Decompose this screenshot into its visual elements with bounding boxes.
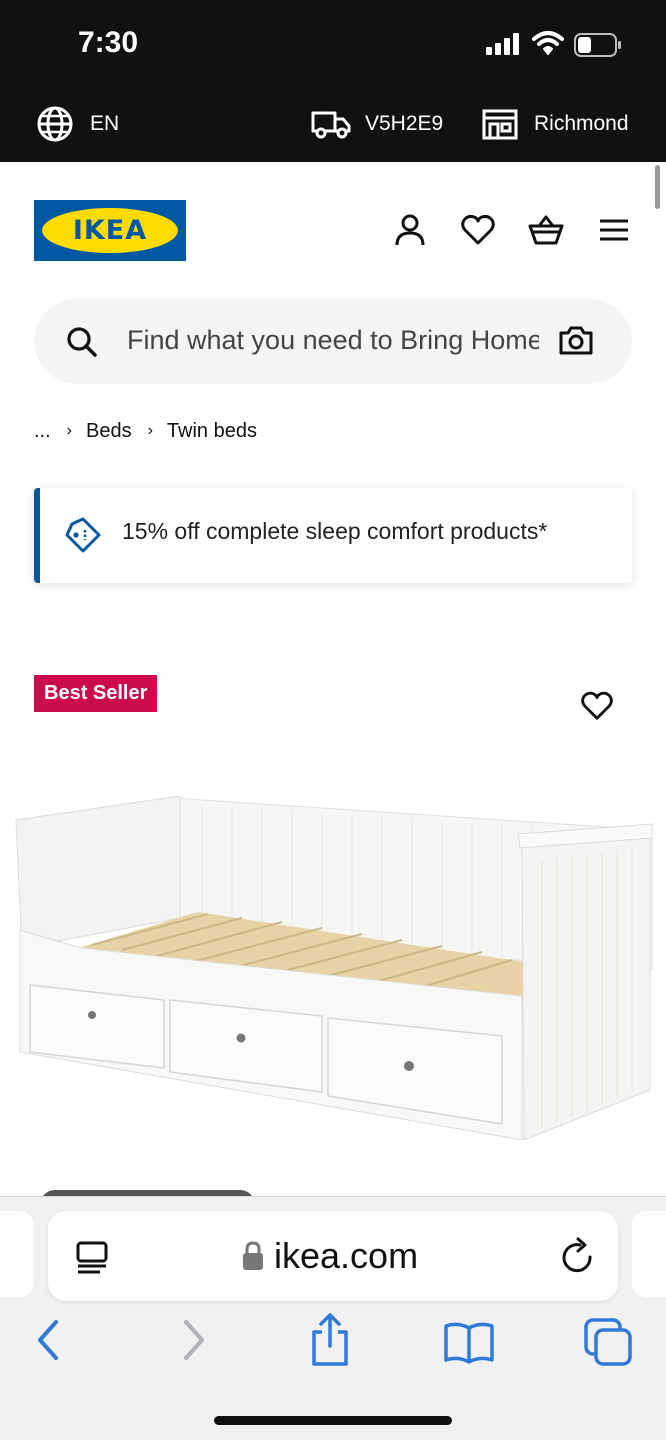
ikea-logo[interactable]: IKEA ® (34, 200, 186, 261)
store-icon (482, 109, 518, 140)
camera-icon[interactable] (559, 325, 593, 355)
breadcrumb: ... › Beds › Twin beds (34, 418, 257, 444)
basket-icon[interactable] (528, 212, 564, 248)
favorite-heart-icon[interactable] (580, 690, 614, 722)
wifi-icon (532, 31, 564, 55)
search-bar[interactable]: Find what you need to Bring Home (34, 299, 632, 384)
reader-icon[interactable] (74, 1239, 110, 1275)
breadcrumb-twin-beds[interactable]: Twin beds (167, 420, 257, 443)
lock-icon (243, 1241, 263, 1270)
status-bar: 7:30 (0, 0, 666, 86)
utility-bar: EN V5H2E9 Richmond (0, 86, 666, 162)
status-time: 7:30 (78, 26, 139, 59)
logo-text: IKEA (72, 215, 148, 246)
heart-icon[interactable] (460, 212, 496, 248)
forward-icon[interactable] (178, 1318, 208, 1362)
back-icon[interactable] (34, 1318, 64, 1362)
product-image-daybed[interactable] (12, 790, 654, 1150)
language-selector[interactable]: EN (36, 86, 119, 162)
share-icon[interactable] (308, 1312, 352, 1368)
tabs-icon[interactable] (582, 1316, 634, 1368)
logo-registered-mark: ® (174, 213, 180, 220)
search-input[interactable]: Find what you need to Bring Home (127, 325, 539, 356)
previous-tab-peek[interactable] (0, 1211, 34, 1297)
url-text: ikea.com (274, 1235, 419, 1276)
globe-icon (37, 106, 73, 142)
address-bar[interactable]: ikea.com (48, 1211, 618, 1301)
best-seller-badge: Best Seller (34, 675, 158, 712)
delivery-postal-code[interactable]: V5H2E9 (311, 86, 443, 162)
promo-banner[interactable]: 15% off complete sleep comfort products* (34, 488, 632, 583)
cellular-signal-icon (486, 33, 519, 55)
price-tag-icon (65, 517, 101, 553)
reload-icon[interactable] (560, 1237, 596, 1275)
battery-icon (574, 33, 621, 57)
breadcrumb-ellipsis[interactable]: ... (34, 420, 51, 443)
language-label: EN (90, 112, 120, 135)
page-scrollbar[interactable] (655, 165, 660, 209)
postal-code-label: V5H2E9 (365, 112, 444, 135)
promo-text: 15% off complete sleep comfort products* (122, 518, 548, 544)
truck-icon (311, 111, 351, 139)
chevron-right-icon: › (66, 422, 72, 439)
search-icon (67, 327, 97, 357)
breadcrumb-beds[interactable]: Beds (86, 420, 132, 443)
store-selector[interactable]: Richmond (482, 86, 629, 162)
chevron-right-icon: › (147, 422, 153, 439)
menu-icon[interactable] (596, 212, 632, 248)
bookmarks-icon[interactable] (442, 1320, 496, 1364)
next-tab-peek[interactable] (632, 1211, 666, 1297)
user-icon[interactable] (392, 212, 428, 248)
home-indicator[interactable] (214, 1416, 452, 1425)
store-label: Richmond (534, 112, 629, 135)
